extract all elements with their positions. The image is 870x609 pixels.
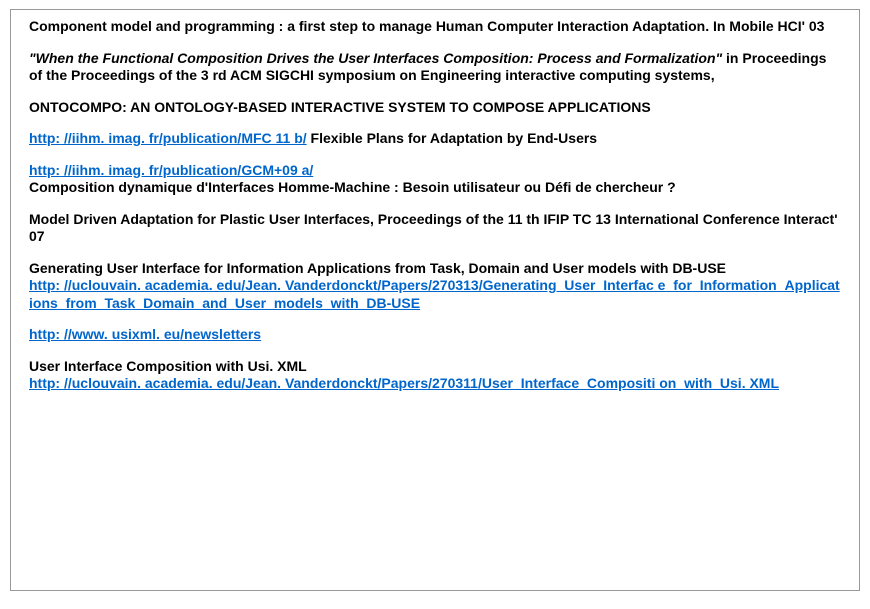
reference-entry-1: Component model and programming : a firs… (29, 18, 841, 36)
reference-entry-5: http: //iihm. imag. fr/publication/GCM+0… (29, 162, 841, 197)
reference-link-8[interactable]: http: //www. usixml. eu/newsletters (29, 326, 261, 342)
slide-frame: Component model and programming : a firs… (10, 9, 860, 591)
reference-italic-2: "When the Functional Composition Drives … (29, 50, 722, 66)
reference-entry-2: "When the Functional Composition Drives … (29, 50, 841, 85)
reference-entry-6: Model Driven Adaptation for Plastic User… (29, 211, 841, 246)
reference-entry-8: http: //www. usixml. eu/newsletters (29, 326, 841, 344)
reference-text-3: ONTOCOMPO: AN ONTOLOGY-BASED INTERACTIVE… (29, 99, 651, 115)
reference-text-7: Generating User Interface for Informatio… (29, 260, 726, 276)
reference-entry-4: http: //iihm. imag. fr/publication/MFC 1… (29, 130, 841, 148)
reference-link-7[interactable]: http: //uclouvain. academia. edu/Jean. V… (29, 277, 840, 311)
reference-link-5[interactable]: http: //iihm. imag. fr/publication/GCM+0… (29, 162, 313, 178)
reference-link-9[interactable]: http: //uclouvain. academia. edu/Jean. V… (29, 375, 779, 391)
reference-after-5: Composition dynamique d'Interfaces Homme… (29, 179, 676, 195)
reference-text-9: User Interface Composition with Usi. XML (29, 358, 307, 374)
reference-text-6: Model Driven Adaptation for Plastic User… (29, 211, 838, 245)
reference-entry-9: User Interface Composition with Usi. XML… (29, 358, 841, 393)
reference-text-1: Component model and programming : a firs… (29, 18, 824, 34)
reference-entry-3: ONTOCOMPO: AN ONTOLOGY-BASED INTERACTIVE… (29, 99, 841, 117)
reference-link-4[interactable]: http: //iihm. imag. fr/publication/MFC 1… (29, 130, 307, 146)
reference-entry-7: Generating User Interface for Informatio… (29, 260, 841, 313)
reference-after-4: Flexible Plans for Adaptation by End-Use… (307, 130, 597, 146)
